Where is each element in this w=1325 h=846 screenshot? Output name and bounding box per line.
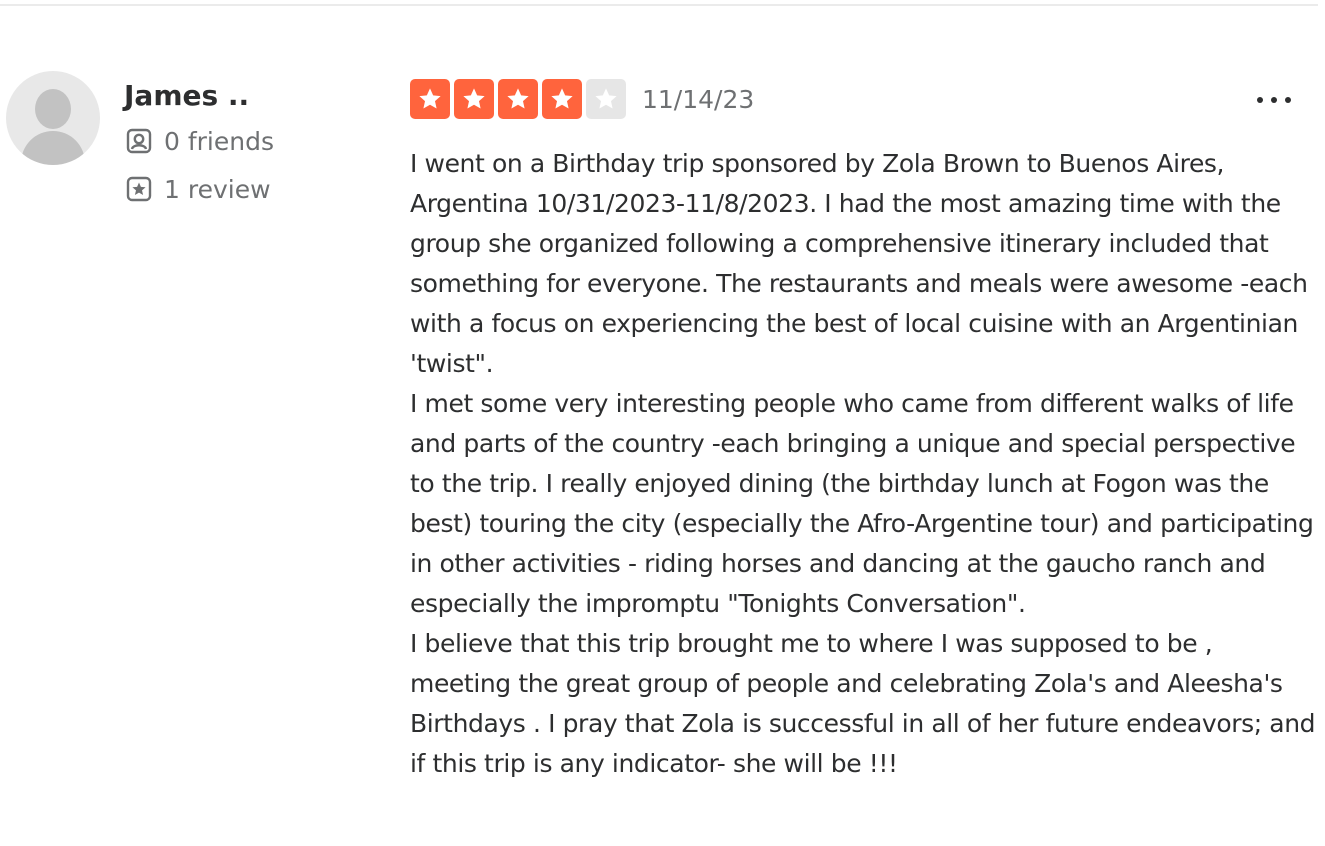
star-icon <box>595 88 617 109</box>
review-text: I went on a Birthday trip sponsored by Z… <box>410 149 1316 778</box>
rating-star-5 <box>586 79 626 119</box>
review-card: James .. 0 friends 1 review 11/14/23 I w… <box>0 0 1325 846</box>
ellipsis-icon <box>1257 97 1263 103</box>
reviews-count: 1 review <box>126 174 271 204</box>
avatar-head-shape <box>35 89 71 129</box>
review-date: 11/14/23 <box>642 85 755 114</box>
reviews-label: 1 review <box>164 174 271 204</box>
friends-label: 0 friends <box>164 126 274 156</box>
star-icon <box>507 88 529 109</box>
friends-icon <box>126 128 152 154</box>
ellipsis-dot <box>1271 97 1277 103</box>
more-options-button[interactable] <box>1248 86 1300 114</box>
user-avatar[interactable] <box>6 71 100 165</box>
ellipsis-dot <box>1285 97 1291 103</box>
rating-star-2 <box>454 79 494 119</box>
star-icon <box>463 88 485 109</box>
star-icon <box>551 88 573 109</box>
rating-star-1 <box>410 79 450 119</box>
rating-star-3 <box>498 79 538 119</box>
review-star-icon <box>126 176 152 202</box>
avatar-body-shape <box>21 131 85 165</box>
reviewer-name[interactable]: James .. <box>124 76 249 116</box>
star-icon <box>419 88 441 109</box>
friends-count: 0 friends <box>126 126 274 156</box>
rating-star-4 <box>542 79 582 119</box>
star-rating <box>410 79 626 119</box>
